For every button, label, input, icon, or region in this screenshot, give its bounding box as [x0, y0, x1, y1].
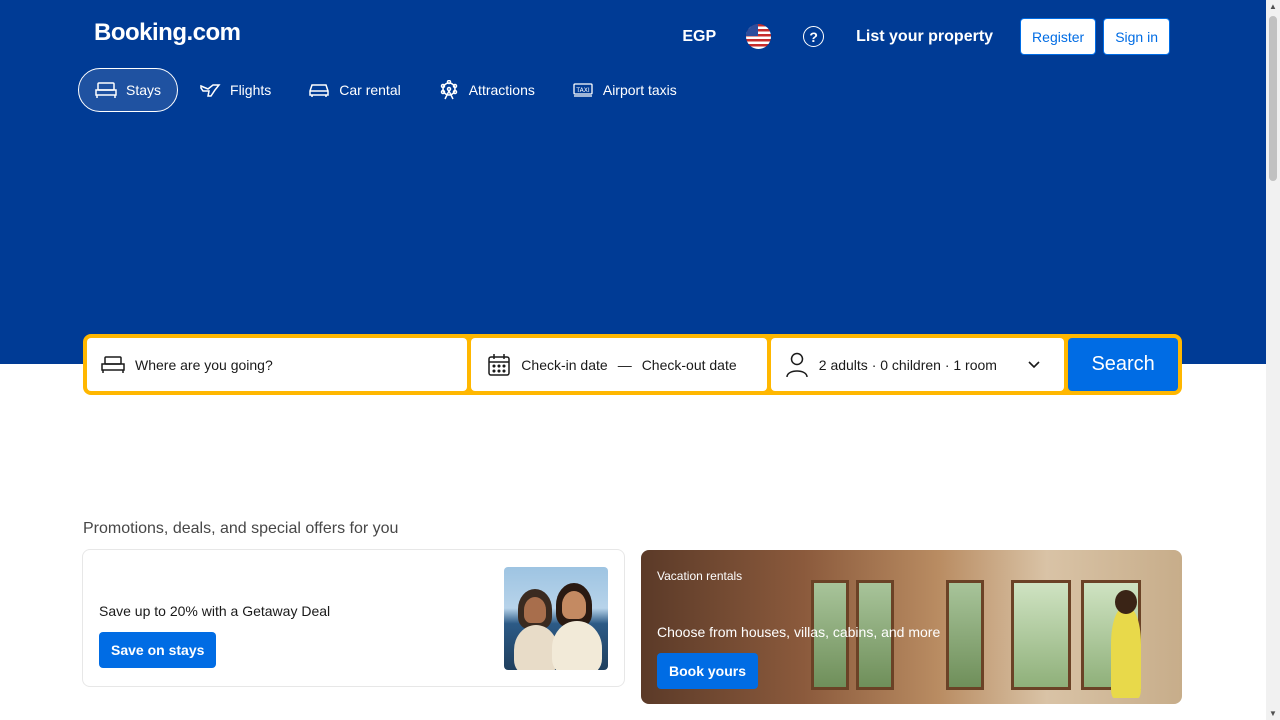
svg-text:TAXI: TAXI [575, 87, 589, 94]
us-flag-icon[interactable] [746, 24, 772, 49]
destination-placeholder: Where are you going? [135, 356, 273, 373]
nav-item-label: Airport taxis [602, 82, 677, 98]
scroll-down-arrow-icon[interactable]: ▼ [1269, 709, 1277, 718]
car-icon [309, 84, 329, 97]
nav-item-airport-taxis[interactable]: TAXI Airport taxis [556, 68, 693, 112]
getaway-deal-text: Save up to 20% with a Getaway Deal [99, 603, 331, 619]
list-property-link[interactable]: List your property [856, 28, 993, 46]
promotions-heading: Promotions, deals, and special offers fo… [83, 520, 399, 537]
register-button[interactable]: Register [1020, 18, 1097, 55]
destination-input[interactable]: Where are you going? [87, 338, 468, 391]
nav-item-label: Stays [126, 82, 162, 98]
calendar-icon [488, 353, 511, 376]
getaway-deal-card: Save up to 20% with a Getaway Deal Save … [82, 549, 625, 687]
occupancy-content: 2 adults · 0 children · 1 room [785, 352, 997, 378]
date-separator: — [617, 356, 632, 373]
nav-item-label: Attractions [468, 82, 535, 98]
sign-in-button[interactable]: Sign in [1103, 18, 1170, 55]
currency-selector[interactable]: EGP [682, 28, 716, 46]
bed-icon [95, 82, 117, 98]
occupancy-selector[interactable]: 2 adults · 0 children · 1 room [770, 338, 1065, 391]
question-circle-icon[interactable]: ? [803, 26, 825, 47]
occupancy-label: 2 adults · 0 children · 1 room [818, 356, 997, 373]
vacation-rentals-card: Vacation rentals Choose from houses, vil… [641, 550, 1182, 704]
nav-item-label: Flights [230, 82, 272, 98]
search-button[interactable]: Search [1068, 338, 1179, 391]
person-figure [1111, 608, 1141, 698]
nav-item-label: Car rental [339, 82, 401, 98]
nav-item-attractions[interactable]: Attractions [422, 68, 551, 112]
plane-icon [200, 84, 221, 97]
nav-item-stays[interactable]: Stays [78, 68, 179, 112]
taxi-icon: TAXI [573, 83, 593, 97]
product-nav: Stays Flights Car rental Attractions TAX… [78, 68, 698, 112]
scrollbar-thumb[interactable] [1269, 16, 1277, 181]
ferris-wheel-icon [440, 80, 457, 100]
checkin-label: Check-in date [521, 356, 608, 373]
booking-logo[interactable]: Booking.com [94, 19, 241, 47]
couple-photo [504, 567, 608, 670]
person-head [1115, 590, 1137, 614]
date-picker[interactable]: Check-in date — Check-out date [471, 338, 767, 391]
search-bar: Where are you going? Check-in date — Che… [83, 334, 1182, 395]
scroll-up-arrow-icon[interactable]: ▲ [1269, 2, 1277, 11]
save-on-stays-button[interactable]: Save on stays [99, 632, 217, 668]
page-scrollbar[interactable]: ▲ ▼ [1266, 0, 1280, 720]
nav-item-car-rental[interactable]: Car rental [292, 68, 416, 112]
hero-banner: Booking.com EGP ? List your property Reg… [0, 0, 1266, 364]
vacation-rentals-label: Vacation rentals [657, 569, 743, 583]
vacation-rentals-text: Choose from houses, villas, cabins, and … [657, 624, 941, 640]
chevron-down-icon [1028, 360, 1040, 368]
window-decoration [1011, 580, 1071, 690]
nav-item-flights[interactable]: Flights [183, 68, 287, 112]
bed-icon [101, 355, 125, 373]
header-actions: EGP ? List your property Register Sign i… [682, 18, 1170, 55]
book-yours-button[interactable]: Book yours [657, 653, 759, 689]
checkout-label: Check-out date [641, 356, 737, 373]
window-decoration [946, 580, 984, 690]
person-icon [786, 352, 808, 377]
